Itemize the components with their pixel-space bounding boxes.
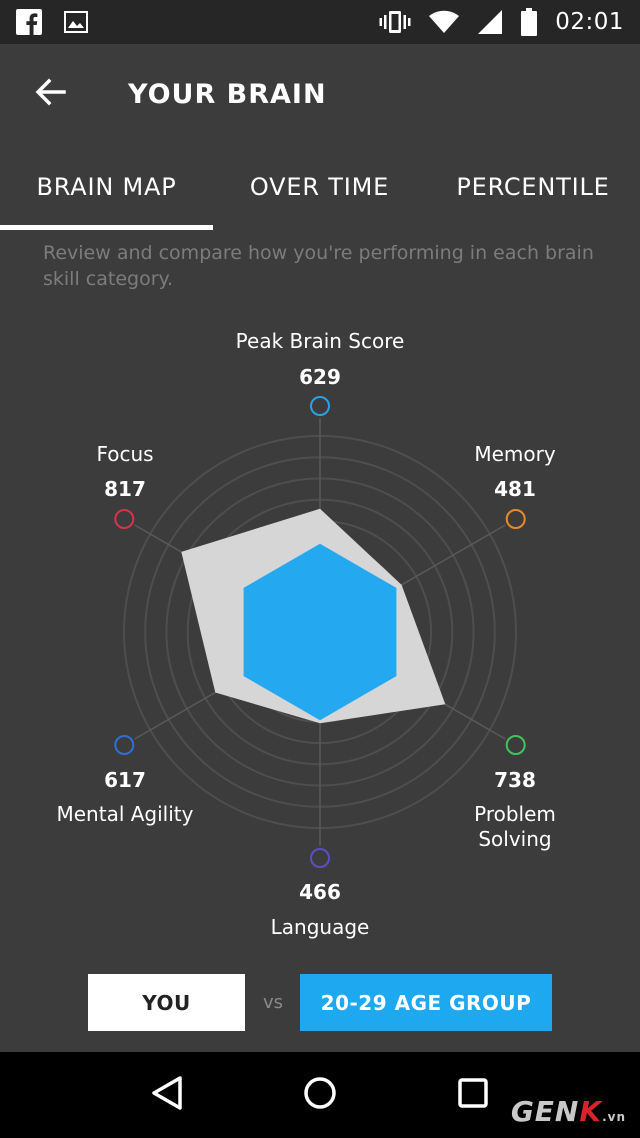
axis-value-mental-agility: 617	[104, 768, 146, 792]
axis-marker-focus	[114, 509, 135, 529]
tab-bar: BRAIN MAP OVER TIME PERCENTILE	[0, 144, 640, 230]
signal-icon	[477, 9, 503, 35]
axis-value-language: 466	[299, 880, 341, 904]
description-text: Review and compare how you're performing…	[43, 242, 594, 290]
axis-label-problem-solving: Problem Solving	[474, 802, 556, 851]
axis-marker-problem-solving	[505, 735, 526, 755]
tab-over-time[interactable]: OVER TIME	[213, 144, 426, 230]
wifi-icon	[429, 10, 460, 34]
axis-value-focus: 817	[104, 477, 146, 501]
axis-label-mental-agility: Mental Agility	[56, 802, 194, 826]
axis-label-peak-brain-score: Peak Brain Score	[235, 329, 405, 353]
circle-home-icon	[303, 1076, 337, 1114]
axis-label-memory: Memory	[474, 442, 556, 466]
vs-label: vs	[262, 992, 284, 1013]
page-title: YOUR BRAIN	[128, 78, 327, 110]
facebook-icon	[16, 9, 42, 35]
axis-value-memory: 481	[494, 477, 536, 501]
tab-percentile[interactable]: PERCENTILE	[426, 144, 640, 230]
square-recents-icon	[457, 1077, 489, 1113]
axis-label-language: Language	[270, 915, 370, 939]
compare-bar: YOU vs 20-29 AGE GROUP	[0, 974, 640, 1032]
arrow-left-icon	[34, 78, 66, 110]
age-group-button[interactable]: 20-29 AGE GROUP	[300, 974, 552, 1031]
watermark-logo: GENK.vn	[510, 1095, 626, 1128]
axis-marker-mental-agility	[114, 735, 135, 755]
axis-value-problem-solving: 738	[494, 768, 536, 792]
nav-back-button[interactable]	[132, 1060, 202, 1130]
back-button[interactable]	[18, 62, 82, 126]
triangle-back-icon	[150, 1075, 184, 1115]
axis-label-focus: Focus	[96, 442, 154, 466]
nav-recents-button[interactable]	[438, 1060, 508, 1130]
tab-brain-map[interactable]: BRAIN MAP	[0, 144, 213, 230]
nav-home-button[interactable]	[285, 1060, 355, 1130]
brain-map-chart: Peak Brain Score 629 Memory 481 738 Prob…	[0, 300, 640, 960]
status-time: 02:01	[555, 9, 624, 35]
axis-marker-peak-brain-score	[310, 396, 330, 416]
axis-marker-memory	[505, 509, 526, 529]
axis-value-peak-brain-score: 629	[299, 365, 341, 389]
vibrate-icon	[379, 9, 411, 35]
status-bar: 02:01	[0, 0, 640, 44]
image-icon	[64, 11, 88, 33]
system-nav-bar: GENK.vn	[0, 1052, 640, 1138]
app-bar: YOUR BRAIN	[0, 44, 640, 144]
you-button[interactable]: YOU	[88, 974, 245, 1031]
battery-icon	[521, 8, 538, 36]
axis-marker-language	[310, 848, 330, 868]
radar-svg	[114, 396, 526, 868]
